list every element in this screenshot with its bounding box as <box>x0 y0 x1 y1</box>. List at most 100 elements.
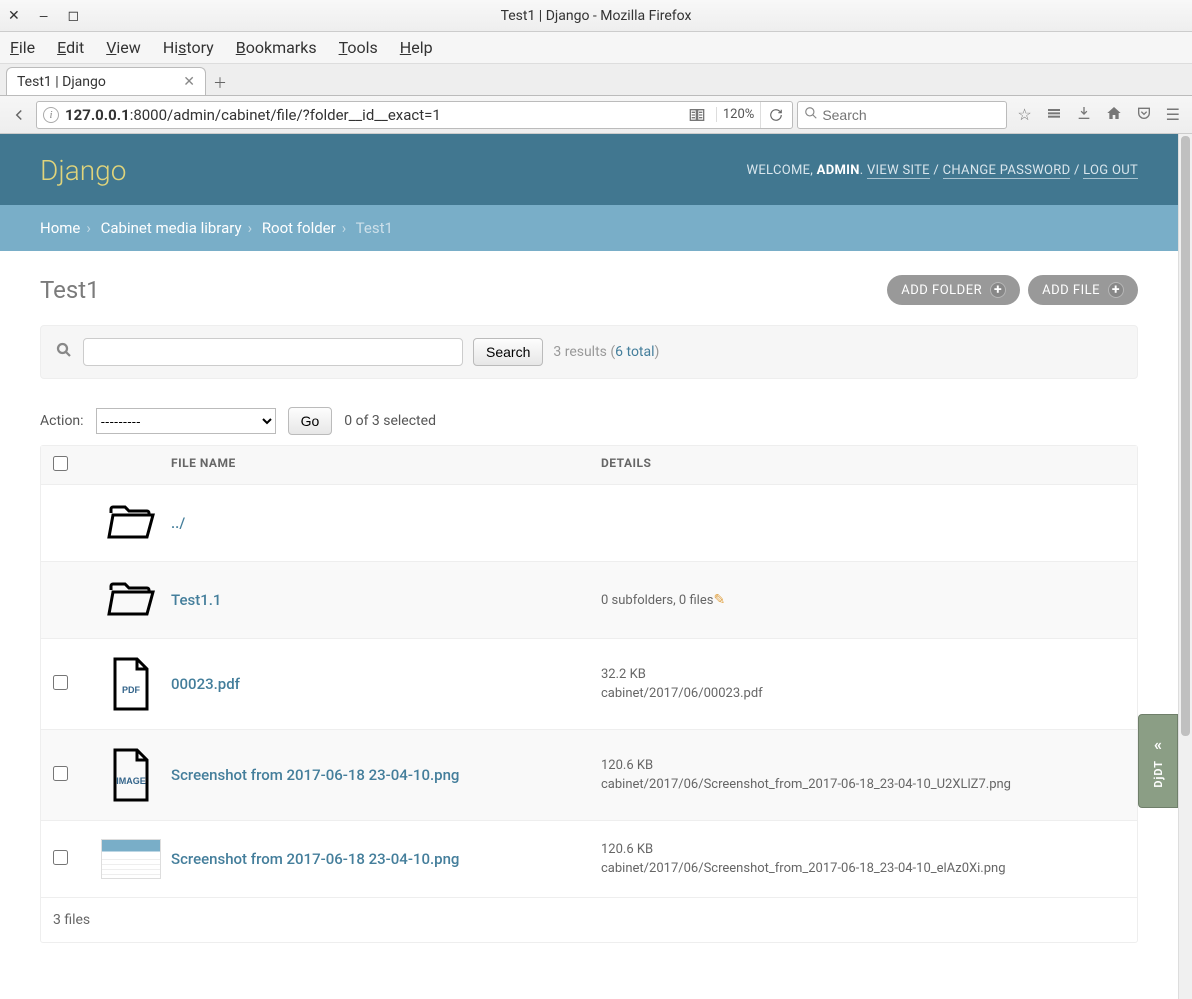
pocket-icon[interactable] <box>1136 105 1152 125</box>
go-button[interactable]: Go <box>288 407 333 435</box>
action-label: Action: <box>40 413 84 429</box>
add-folder-button[interactable]: ADD FOLDER+ <box>887 275 1020 305</box>
add-file-button[interactable]: ADD FILE+ <box>1028 275 1138 305</box>
breadcrumb-library[interactable]: Cabinet media library <box>101 219 242 237</box>
menu-icon[interactable]: ☰ <box>1166 105 1180 124</box>
user-link[interactable]: ADMIN <box>817 163 860 178</box>
file-size: 120.6 KB <box>601 758 1125 773</box>
folder-open-icon <box>107 580 155 620</box>
menu-bookmarks[interactable]: Bookmarks <box>236 38 317 57</box>
window-title: Test1 | Django - Mozilla Firefox <box>0 8 1192 24</box>
back-button[interactable] <box>6 102 32 128</box>
table-row: IMAGE Screenshot from 2017-06-18 23-04-1… <box>41 730 1137 821</box>
menu-file[interactable]: File <box>10 38 35 57</box>
logout-link[interactable]: LOG OUT <box>1083 163 1138 179</box>
new-tab-button[interactable]: ＋ <box>206 71 234 95</box>
url-text: 127.0.0.1:8000/admin/cabinet/file/?folde… <box>65 106 678 124</box>
th-details[interactable]: DETAILS <box>601 456 1125 474</box>
image-thumbnail <box>101 839 161 879</box>
file-link[interactable]: Screenshot from 2017-06-18 23-04-10.png <box>171 766 459 784</box>
tab-label: Test1 | Django <box>17 74 106 90</box>
file-link[interactable]: 00023.pdf <box>171 675 240 693</box>
vertical-scrollbar[interactable] <box>1178 134 1192 999</box>
breadcrumb-current: Test1 <box>356 219 393 237</box>
plus-icon: + <box>1108 282 1124 298</box>
tab-close-icon[interactable]: ✕ <box>183 74 195 90</box>
plus-icon: + <box>990 282 1006 298</box>
menu-help[interactable]: Help <box>400 38 433 57</box>
bookmark-star-icon[interactable]: ☆ <box>1017 105 1031 124</box>
menu-view[interactable]: View <box>106 38 141 57</box>
page-content: Django WELCOME, ADMIN. VIEW SITE / CHANG… <box>0 134 1178 999</box>
menu-edit[interactable]: Edit <box>57 38 84 57</box>
search-button[interactable]: Search <box>473 338 543 366</box>
debug-label: DjDT <box>1152 760 1165 788</box>
table-footer: 3 files <box>41 898 1137 942</box>
menu-history[interactable]: History <box>163 38 214 57</box>
parent-folder-link[interactable]: ../ <box>171 514 185 532</box>
total-link[interactable]: 6 total <box>615 344 654 360</box>
file-table: FILE NAME DETAILS ../ <box>40 445 1138 943</box>
scrollbar-thumb[interactable] <box>1181 136 1190 736</box>
browser-tab[interactable]: Test1 | Django ✕ <box>6 67 206 95</box>
row-checkbox[interactable] <box>53 850 68 865</box>
selection-count: 0 of 3 selected <box>344 413 436 429</box>
admin-header: Django WELCOME, ADMIN. VIEW SITE / CHANG… <box>0 134 1178 205</box>
library-icon[interactable] <box>1046 105 1062 125</box>
action-select[interactable]: --------- <box>96 408 276 434</box>
table-row: Test1.1 0 subfolders, 0 files✎ <box>41 562 1137 639</box>
row-checkbox[interactable] <box>53 766 68 781</box>
reload-button[interactable] <box>760 102 786 128</box>
folder-link[interactable]: Test1.1 <box>171 591 221 609</box>
browser-search-input[interactable] <box>822 107 1003 123</box>
window-titlebar: ✕ – ◻ Test1 | Django - Mozilla Firefox <box>0 0 1192 32</box>
results-count: 3 results (6 total) <box>553 344 659 360</box>
django-debug-toolbar[interactable]: « DjDT <box>1138 714 1178 808</box>
browser-search[interactable] <box>797 101 1007 129</box>
table-header: FILE NAME DETAILS <box>41 446 1137 485</box>
downloads-icon[interactable] <box>1076 105 1092 125</box>
table-row: ../ <box>41 485 1137 562</box>
menu-tools[interactable]: Tools <box>339 38 378 57</box>
tab-strip: Test1 | Django ✕ ＋ <box>0 64 1192 96</box>
search-bar: Search 3 results (6 total) <box>40 325 1138 379</box>
file-size: 32.2 KB <box>601 667 1125 682</box>
info-icon[interactable]: i <box>43 107 59 123</box>
breadcrumb-root[interactable]: Root folder <box>262 219 336 237</box>
table-row: Screenshot from 2017-06-18 23-04-10.png … <box>41 821 1137 898</box>
user-tools: WELCOME, ADMIN. VIEW SITE / CHANGE PASSW… <box>747 163 1138 178</box>
chevron-left-icon: « <box>1154 735 1162 754</box>
url-bar[interactable]: i 127.0.0.1:8000/admin/cabinet/file/?fol… <box>36 101 793 129</box>
file-path: cabinet/2017/06/00023.pdf <box>601 686 763 701</box>
browser-menubar: File Edit View History Bookmarks Tools H… <box>0 32 1192 64</box>
file-size: 120.6 KB <box>601 842 1125 857</box>
reader-mode-icon[interactable] <box>684 102 710 128</box>
select-all-checkbox[interactable] <box>53 456 68 471</box>
page-title: Test1 <box>40 276 100 304</box>
folder-open-icon <box>107 503 155 543</box>
file-link[interactable]: Screenshot from 2017-06-18 23-04-10.png <box>171 850 459 868</box>
file-path: cabinet/2017/06/Screenshot_from_2017-06-… <box>601 861 1006 876</box>
view-site-link[interactable]: VIEW SITE <box>867 163 930 179</box>
folder-details: 0 subfolders, 0 files <box>601 593 713 608</box>
browser-toolbar: i 127.0.0.1:8000/admin/cabinet/file/?fol… <box>0 96 1192 134</box>
search-icon <box>55 341 73 363</box>
zoom-level[interactable]: 120% <box>716 107 754 122</box>
row-checkbox[interactable] <box>53 675 68 690</box>
search-icon <box>804 106 818 124</box>
image-file-icon: IMAGE <box>109 748 153 802</box>
svg-text:IMAGE: IMAGE <box>116 776 146 786</box>
file-path: cabinet/2017/06/Screenshot_from_2017-06-… <box>601 777 1011 792</box>
welcome-text: WELCOME, <box>747 163 817 178</box>
edit-icon[interactable]: ✎ <box>713 592 725 608</box>
home-icon[interactable] <box>1106 105 1122 125</box>
th-filename[interactable]: FILE NAME <box>171 456 601 474</box>
search-input[interactable] <box>83 338 463 366</box>
change-password-link[interactable]: CHANGE PASSWORD <box>943 163 1071 179</box>
table-row: PDF 00023.pdf 32.2 KB cabinet/2017/06/00… <box>41 639 1137 730</box>
action-bar: Action: --------- Go 0 of 3 selected <box>40 407 1138 435</box>
brand[interactable]: Django <box>40 154 126 187</box>
breadcrumb-home[interactable]: Home <box>40 219 80 237</box>
pdf-file-icon: PDF <box>109 657 153 711</box>
svg-text:PDF: PDF <box>122 685 141 695</box>
